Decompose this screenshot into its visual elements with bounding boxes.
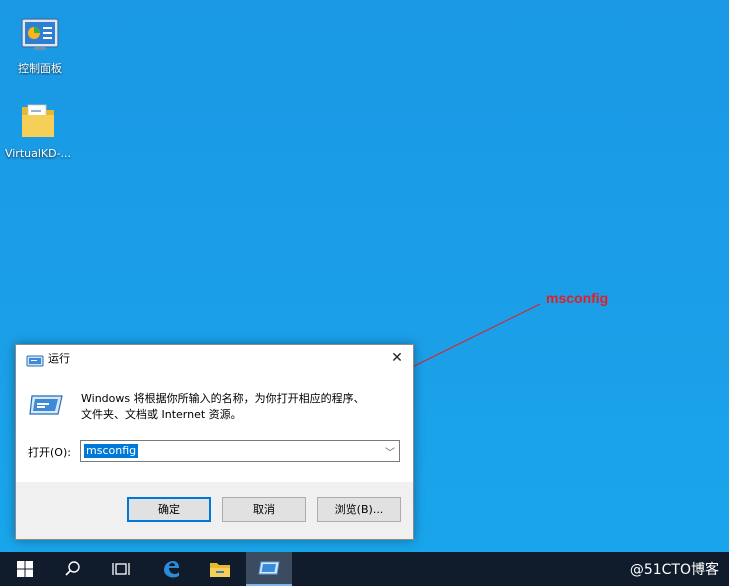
desktop-icon-control-panel[interactable]: 控制面板 <box>4 16 76 75</box>
search-icon[interactable] <box>50 552 96 586</box>
description-line: Windows 将根据你所输入的名称，为你打开相应的程序、 <box>81 392 365 405</box>
run-icon <box>26 352 44 367</box>
dialog-description: Windows 将根据你所输入的名称，为你打开相应的程序、 文件夹、文档或 In… <box>81 391 406 423</box>
folder-icon <box>16 101 60 145</box>
browse-button[interactable]: 浏览(B)... <box>317 497 401 522</box>
run-icon[interactable] <box>246 552 292 586</box>
watermark: @51CTO博客 <box>629 562 719 578</box>
file-explorer-icon[interactable] <box>197 552 243 586</box>
edge-icon[interactable] <box>148 552 194 586</box>
run-dialog: 运行 ✕ Windows 将根据你所输入的名称，为你打开相应的程序、 文件夹、文… <box>15 344 414 540</box>
chevron-down-icon[interactable]: ﹀ <box>385 444 395 459</box>
ok-button[interactable]: 确定 <box>127 497 211 522</box>
task-view-icon[interactable] <box>98 552 144 586</box>
dialog-footer: 确定 取消 浏览(B)... <box>16 482 413 539</box>
desktop-icon-virtualkd[interactable]: VirtualKD-... <box>2 101 74 160</box>
desktop-icon-label: 控制面板 <box>18 62 62 75</box>
desktop-icon-label: VirtualKD-... <box>4 147 72 160</box>
open-input-value[interactable]: msconfig <box>84 444 139 458</box>
open-combobox[interactable]: msconfig ﹀ <box>80 440 400 462</box>
description-line: 文件夹、文档或 Internet 资源。 <box>81 408 242 421</box>
taskbar: @51CTO博客 <box>0 552 729 586</box>
control-panel-icon <box>18 16 62 60</box>
dialog-titlebar[interactable]: 运行 ✕ <box>16 345 413 372</box>
start-icon[interactable] <box>2 552 48 586</box>
annotation-label: msconfig <box>546 290 609 306</box>
dialog-title: 运行 <box>48 352 70 365</box>
close-icon[interactable]: ✕ <box>381 345 413 372</box>
cancel-button[interactable]: 取消 <box>222 497 306 522</box>
run-icon <box>28 392 66 418</box>
open-label: 打开(O): <box>28 446 71 459</box>
